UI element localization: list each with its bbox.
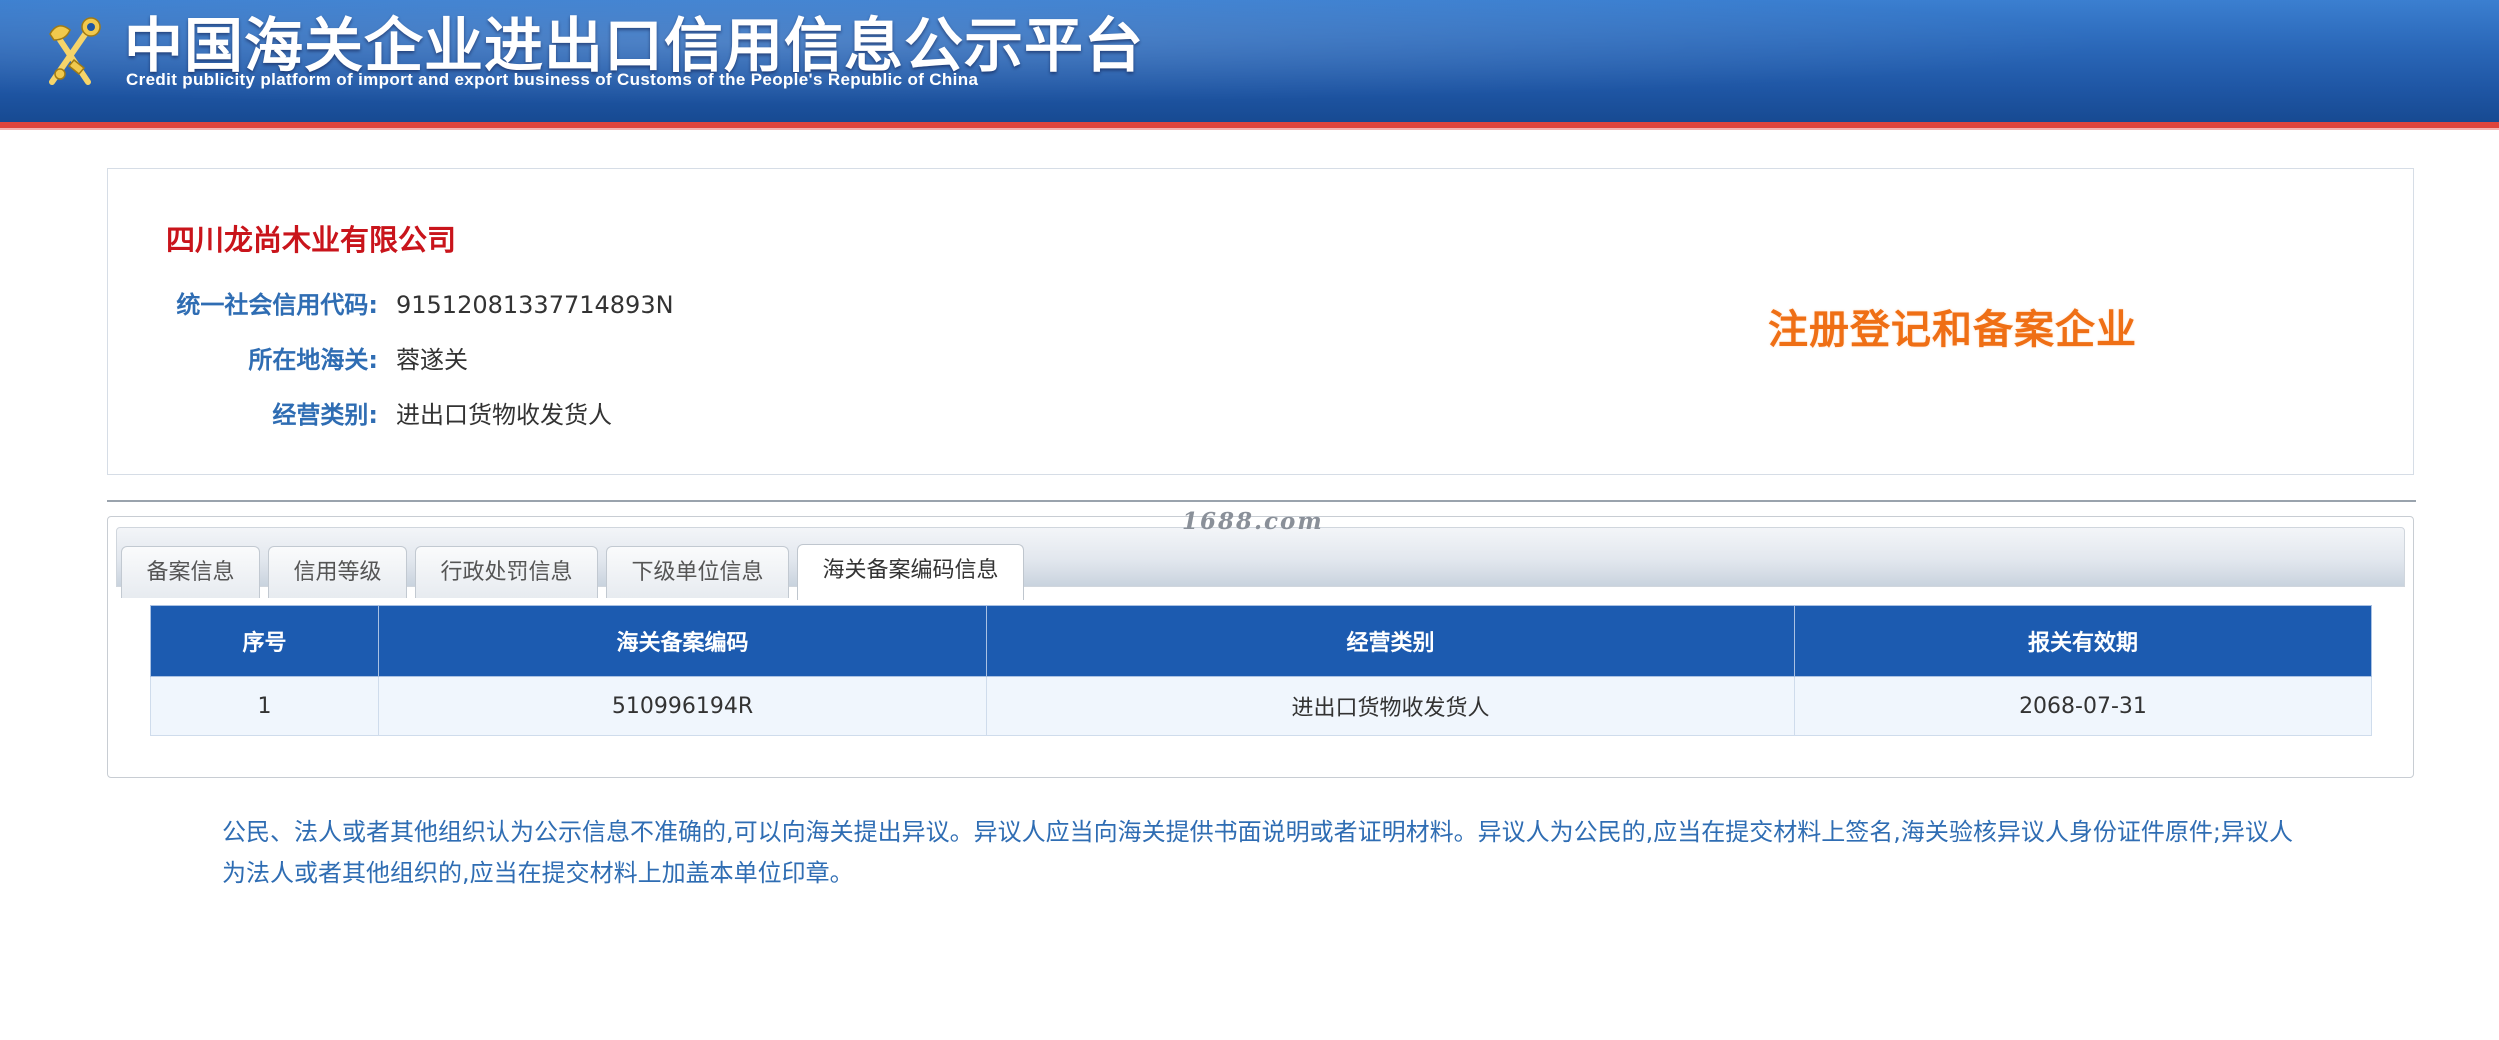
tab-bar: 备案信息 信用等级 行政处罚信息 下级单位信息 海关备案编码信息 xyxy=(116,527,2405,600)
watermark: 1688.com xyxy=(1182,508,1324,535)
header-divider-light xyxy=(0,128,2499,130)
column-header-business-type: 经营类别 xyxy=(986,605,1795,677)
tab-filing-info[interactable]: 备案信息 xyxy=(121,546,260,598)
tab-credit-rating[interactable]: 信用等级 xyxy=(268,546,407,598)
column-header-valid-until: 报关有效期 xyxy=(1794,605,2372,677)
cell-index: 1 xyxy=(150,676,379,736)
customs-office-value: 蓉遂关 xyxy=(396,346,468,374)
business-type-value: 进出口货物收发货人 xyxy=(396,401,612,429)
cell-customs-code: 510996194R xyxy=(378,676,987,736)
section-divider xyxy=(107,500,2416,502)
business-type-label: 经营类别: xyxy=(272,401,378,429)
objection-notice: 公民、法人或者其他组织认为公示信息不准确的,可以向海关提出异议。异议人应当向海关… xyxy=(222,818,2293,887)
tab-subordinate-units[interactable]: 下级单位信息 xyxy=(606,546,789,598)
company-name: 四川龙尚木业有限公司 xyxy=(166,223,457,257)
customs-code-table: 序号 海关备案编码 经营类别 报关有效期 1 510996194R 进出口货物收… xyxy=(150,605,2372,736)
credit-code-value: 91512081337714893N xyxy=(396,291,674,319)
table-header-row: 序号 海关备案编码 经营类别 报关有效期 xyxy=(150,605,2372,677)
cell-business-type: 进出口货物收发货人 xyxy=(986,676,1795,736)
status-badge: 注册登记和备案企业 xyxy=(1768,307,2137,353)
site-header: 中国海关企业进出口信用信息公示平台 Credit publicity platf… xyxy=(0,0,2499,122)
tab-customs-code-info[interactable]: 海关备案编码信息 xyxy=(797,544,1024,600)
table-row: 1 510996194R 进出口货物收发货人 2068-07-31 xyxy=(150,676,2372,736)
company-info-panel: 四川龙尚木业有限公司 统一社会信用代码: 91512081337714893N … xyxy=(107,168,2414,475)
customs-emblem-icon xyxy=(49,17,101,85)
site-subtitle: Credit publicity platform of import and … xyxy=(126,70,979,89)
customs-office-label: 所在地海关: xyxy=(248,346,378,374)
business-type-row: 经营类别: 进出口货物收发货人 xyxy=(108,397,2413,433)
column-header-index: 序号 xyxy=(150,605,379,677)
cell-valid-until: 2068-07-31 xyxy=(1794,676,2372,736)
tab-penalty-info[interactable]: 行政处罚信息 xyxy=(415,546,598,598)
credit-code-label: 统一社会信用代码: xyxy=(176,291,378,319)
column-header-customs-code: 海关备案编码 xyxy=(378,605,987,677)
